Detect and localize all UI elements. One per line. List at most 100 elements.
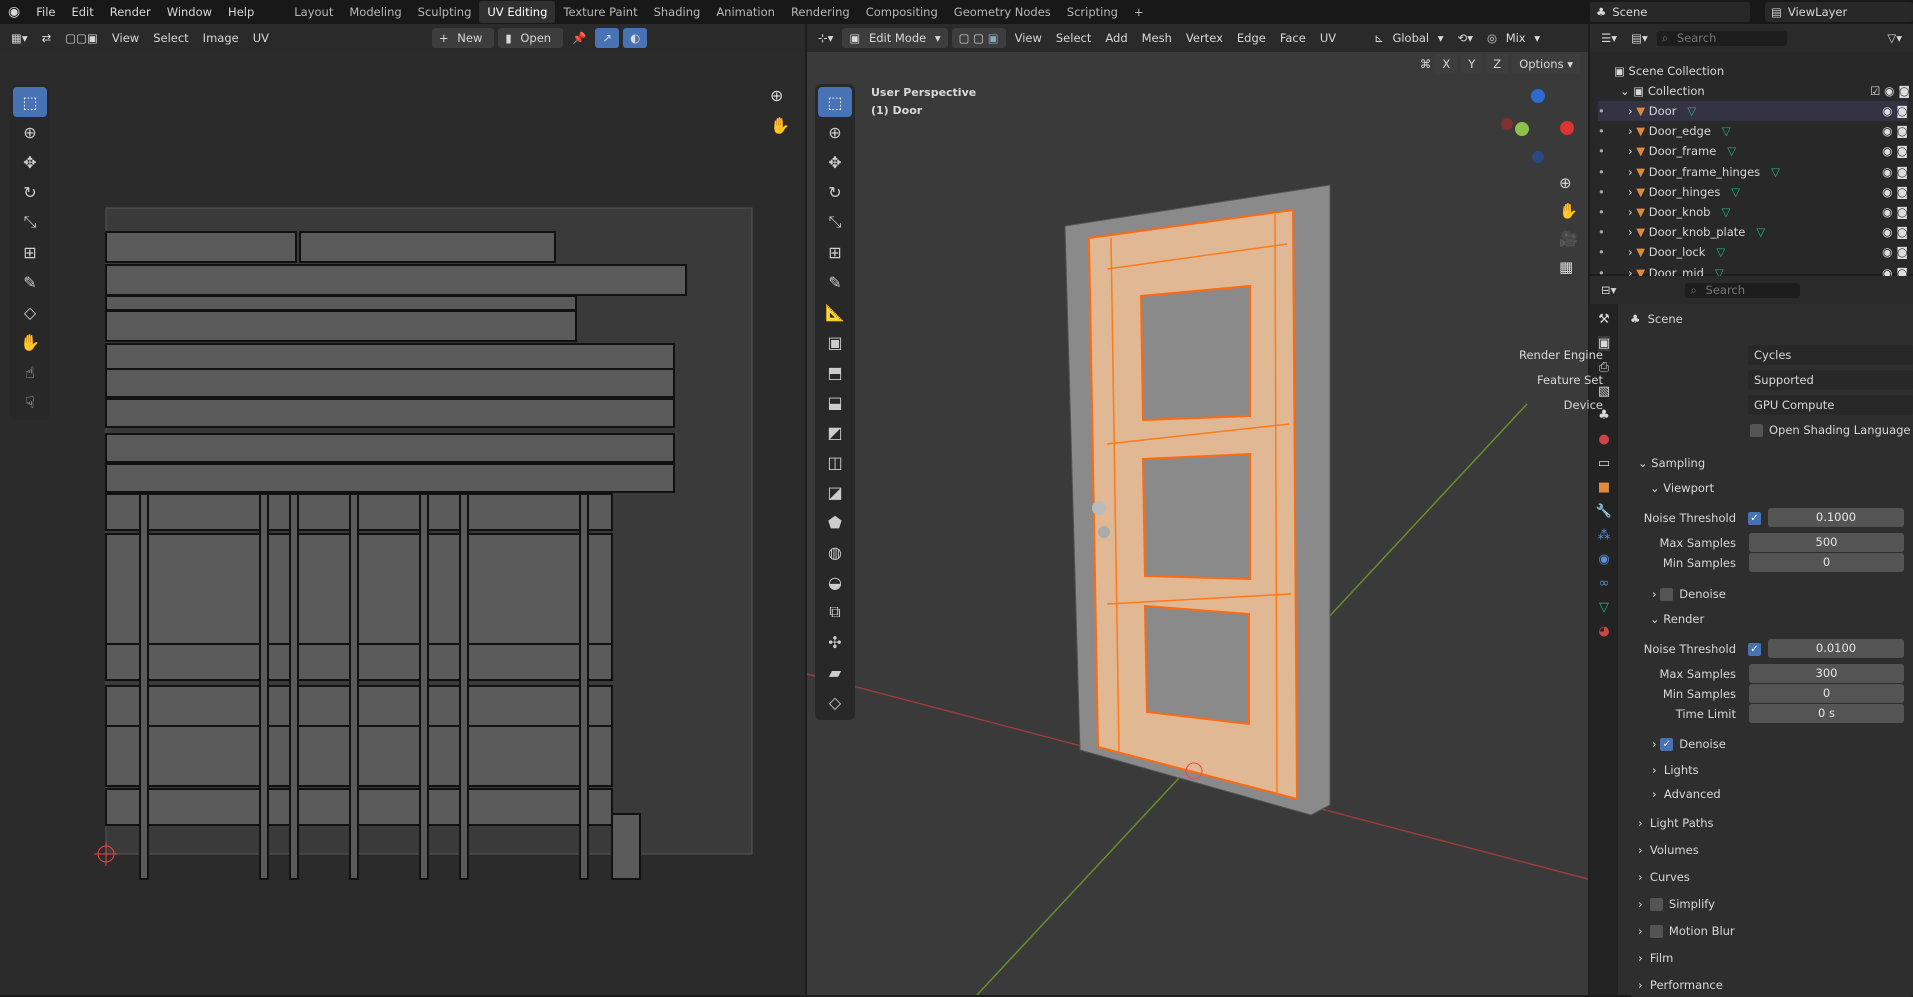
expand-icon[interactable]: ›	[1628, 225, 1633, 239]
edit-mode-dot-icon[interactable]: •	[1598, 185, 1628, 199]
panel-header[interactable]: › Film	[1630, 946, 1913, 970]
menu-window[interactable]: Window	[159, 5, 220, 19]
render-noise-field[interactable]: 0.0100	[1768, 639, 1904, 658]
panel-checkbox[interactable]	[1649, 897, 1663, 911]
viewport-noise-checkbox[interactable]: ✓	[1748, 512, 1761, 525]
expand-icon[interactable]: ›	[1628, 165, 1633, 179]
data-tab-icon[interactable]: ▽	[1599, 600, 1609, 615]
outliner-item[interactable]: • › ▼ Door_knob_plate ▽ ◉ ◙	[1598, 222, 1908, 242]
tab-modeling[interactable]: Modeling	[341, 5, 409, 19]
material-tab-icon[interactable]: ◕	[1598, 624, 1609, 639]
panel-header[interactable]: › Curves	[1630, 865, 1913, 889]
uv-canvas[interactable]	[0, 24, 805, 995]
expand-icon[interactable]: ›	[1628, 245, 1633, 259]
view-layer-selector[interactable]: ▤ ViewLayer	[1765, 2, 1913, 22]
mesh-data-icon[interactable]: ▽	[1727, 144, 1736, 158]
extrude-tool-icon[interactable]: ⬒	[818, 357, 852, 387]
select-box-tool-icon[interactable]: ⬚	[818, 87, 852, 117]
panel-header[interactable]: › Volumes	[1630, 838, 1913, 862]
viewport-min-field[interactable]: 0	[1749, 553, 1904, 572]
viewport-denoise-row[interactable]: › Denoise	[1652, 584, 1726, 604]
edit-mode-dot-icon[interactable]: •	[1598, 205, 1628, 219]
editor-type-icon[interactable]: ☰▾	[1596, 31, 1622, 45]
inset-tool-icon[interactable]: ⬓	[818, 387, 852, 417]
panel-header[interactable]: › Motion Blur	[1630, 919, 1913, 943]
mesh-data-icon[interactable]: ▽	[1687, 104, 1696, 118]
expand-icon[interactable]: ›	[1628, 104, 1633, 118]
add-workspace-button[interactable]: +	[1126, 5, 1152, 19]
outliner-item[interactable]: • › ▼ Door ▽ ◉ ◙	[1598, 101, 1908, 121]
poly-build-tool-icon[interactable]: ⬟	[818, 507, 852, 537]
object-tab-icon[interactable]: ■	[1598, 480, 1610, 495]
editor-type-icon[interactable]: ⊟▾	[1596, 283, 1621, 297]
shrink-tool-icon[interactable]: ✣	[818, 627, 852, 657]
spin-tool-icon[interactable]: ◍	[818, 537, 852, 567]
viewport-noise-field[interactable]: 0.1000	[1768, 508, 1904, 527]
sampling-panel-header[interactable]: ⌄ Sampling	[1630, 451, 1913, 475]
edit-mode-dot-icon[interactable]: •	[1598, 104, 1628, 118]
grid-icon[interactable]: ▦	[1559, 258, 1578, 276]
scene-collection-row[interactable]: ▣ Scene Collection	[1614, 61, 1724, 81]
menu-file[interactable]: File	[28, 5, 63, 19]
mesh-data-icon[interactable]: ▽	[1771, 165, 1780, 179]
tab-uv-editing[interactable]: UV Editing	[479, 1, 556, 23]
mesh-data-icon[interactable]: ▽	[1731, 185, 1740, 199]
shear-tool-icon[interactable]: ▰	[818, 657, 852, 687]
tab-shading[interactable]: Shading	[646, 5, 709, 19]
viewport-max-field[interactable]: 500	[1749, 533, 1904, 552]
display-mode-icon[interactable]: ▤▾	[1626, 31, 1653, 45]
visibility-icons[interactable]: ◉ ◙	[1882, 185, 1908, 199]
mesh-data-icon[interactable]: ▽	[1721, 205, 1730, 219]
collection-tab-icon[interactable]: ▭	[1598, 456, 1610, 471]
filter-icon[interactable]: ▽▾	[1882, 31, 1907, 45]
knife-tool-icon[interactable]: ◪	[818, 477, 852, 507]
cursor-tool-icon[interactable]: ⊕	[818, 117, 852, 147]
annotate-tool-icon[interactable]: ✎	[818, 267, 852, 297]
visibility-icons[interactable]: ◉ ◙	[1882, 124, 1908, 138]
blender-logo-icon[interactable]: ◉	[0, 4, 28, 20]
edge-slide-tool-icon[interactable]: ⧉	[818, 597, 852, 627]
view-layer-name[interactable]: ViewLayer	[1788, 5, 1847, 19]
scale-tool-icon[interactable]: ⤡	[818, 207, 852, 237]
device-dropdown[interactable]: GPU Compute	[1748, 395, 1913, 415]
expand-icon[interactable]: ⌄	[1620, 84, 1630, 98]
scene-selector[interactable]: ♣ Scene	[1590, 2, 1750, 22]
expand-icon[interactable]: ›	[1628, 185, 1633, 199]
viewport-denoise-checkbox[interactable]	[1660, 587, 1674, 601]
render-noise-checkbox[interactable]: ✓	[1748, 643, 1761, 656]
visibility-icons[interactable]: ◉ ◙	[1882, 225, 1908, 239]
tab-layout[interactable]: Layout	[286, 5, 341, 19]
render-engine-dropdown[interactable]: Cycles	[1748, 345, 1913, 365]
mesh-data-icon[interactable]: ▽	[1716, 245, 1725, 259]
expand-icon[interactable]: ›	[1628, 144, 1633, 158]
scene-name[interactable]: Scene	[1612, 5, 1647, 19]
outliner-item[interactable]: • › ▼ Door_hinges ▽ ◉ ◙	[1598, 182, 1908, 202]
tab-texture-paint[interactable]: Texture Paint	[555, 5, 645, 19]
advanced-subpanel[interactable]: › Advanced	[1652, 784, 1721, 804]
render-denoise-checkbox[interactable]: ✓	[1660, 737, 1674, 751]
collection-row[interactable]: ⌄ ▣ Collection ☑ ◉ ◙	[1620, 81, 1910, 101]
smooth-tool-icon[interactable]: ◒	[818, 567, 852, 597]
outliner-item[interactable]: • › ▼ Door_edge ▽ ◉ ◙	[1598, 121, 1908, 141]
lights-subpanel[interactable]: › Lights	[1652, 760, 1699, 780]
uv-editor[interactable]: ▦▾ ⇄ ▢▢▣ View Select Image UV + New ▮ Op…	[0, 24, 805, 995]
properties-search[interactable]: ⌕ Search	[1685, 282, 1801, 298]
visibility-icons[interactable]: ◉ ◙	[1882, 205, 1908, 219]
outliner-item[interactable]: • › ▼ Door_frame_hinges ▽ ◉ ◙	[1598, 162, 1908, 182]
viewport-canvas[interactable]	[807, 24, 1588, 995]
move-tool-icon[interactable]: ✥	[818, 147, 852, 177]
osl-checkbox[interactable]: Open Shading Language	[1750, 420, 1911, 440]
add-cube-tool-icon[interactable]: ▣	[818, 327, 852, 357]
panel-header[interactable]: › Simplify	[1630, 892, 1913, 916]
tab-scripting[interactable]: Scripting	[1059, 5, 1126, 19]
outliner-item[interactable]: • › ▼ Door_frame ▽ ◉ ◙	[1598, 141, 1908, 161]
camera-icon[interactable]: 🎥	[1559, 230, 1578, 248]
render-min-field[interactable]: 0	[1749, 684, 1904, 703]
osl-check[interactable]	[1750, 423, 1763, 437]
menu-render[interactable]: Render	[102, 5, 159, 19]
zoom-icon[interactable]: ⊕	[1559, 174, 1578, 192]
outliner-search[interactable]: ⌕ Search	[1656, 30, 1787, 46]
rotate-tool-icon[interactable]: ↻	[818, 177, 852, 207]
panel-header[interactable]: › Performance	[1630, 973, 1913, 997]
constraints-tab-icon[interactable]: ∞	[1599, 576, 1610, 591]
